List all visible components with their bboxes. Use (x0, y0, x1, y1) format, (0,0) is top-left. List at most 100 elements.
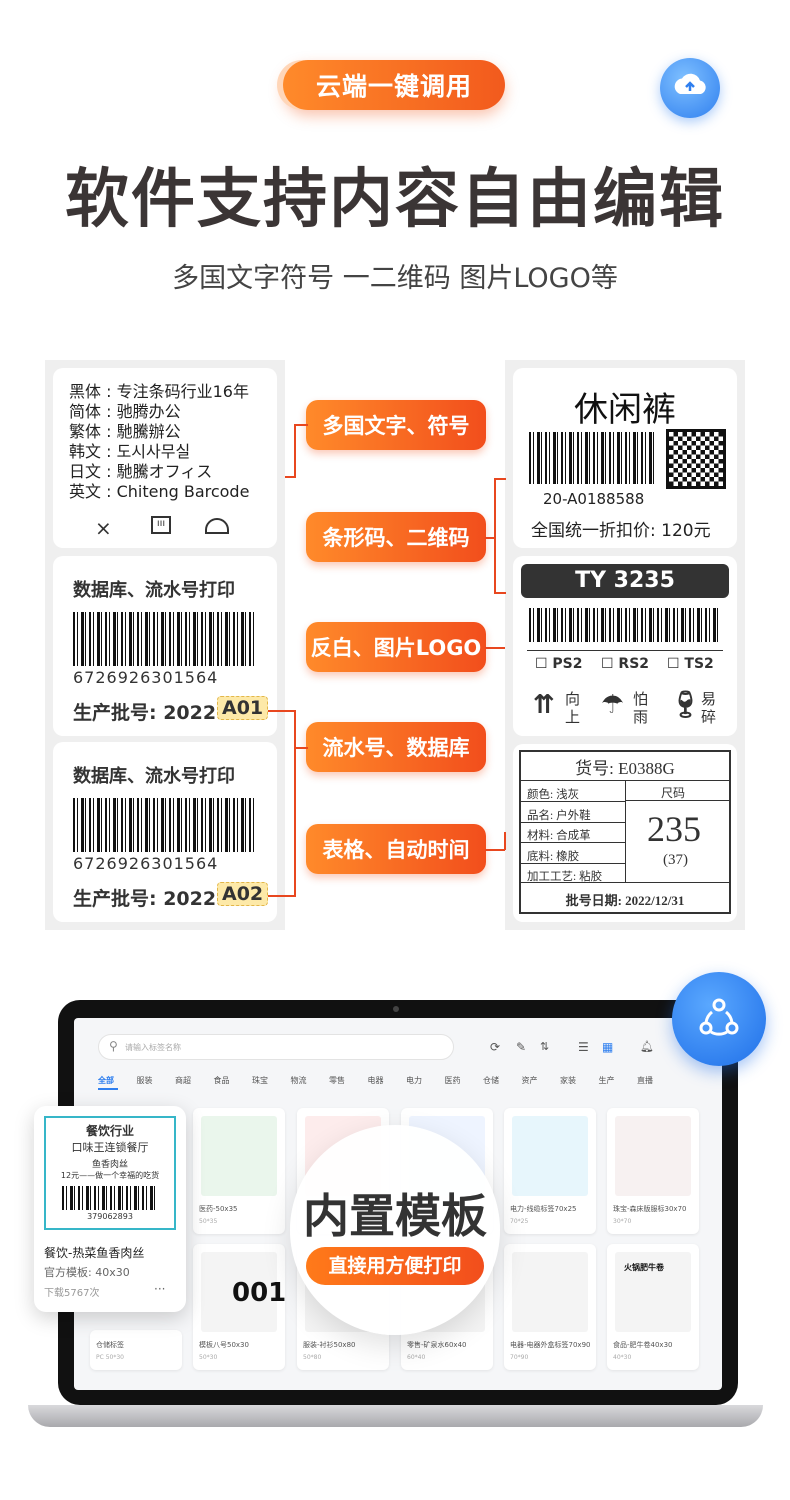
template-card[interactable]: 电器-电器外盒标签70x90 70*90 (504, 1244, 596, 1370)
table-card: 货号: E0388G 尺码 颜色: 浅灰 品名: 户外鞋 材料: 合成革 底料: 橡胶… (513, 744, 737, 922)
feature-tag: 条形码、二维码 (306, 512, 486, 562)
category-tab[interactable]: 物流 (291, 1075, 307, 1086)
cloud-call-badge: 云端一键调用 (283, 60, 505, 110)
card-big-number: 001 (232, 1278, 287, 1308)
feature-title: 内置模板 (303, 1189, 487, 1243)
feature-tag: 表格、自动时间 (306, 824, 486, 874)
dry-icon: ııı (151, 516, 171, 534)
template-size: 50*80 (303, 1354, 322, 1361)
industry-text: 餐饮行业 (85, 1124, 134, 1138)
language-value: Chiteng Barcode (116, 482, 250, 501)
category-tab[interactable]: 零售 (329, 1075, 345, 1086)
language-value: 驰腾办公 (116, 402, 181, 421)
category-tab[interactable]: 资产 (522, 1075, 538, 1086)
ty-title: TY 3235 (521, 564, 729, 598)
template-card[interactable]: 电力-线缆标签70x25 70*25 (504, 1108, 596, 1234)
category-tab[interactable]: 生产 (599, 1075, 615, 1086)
feature-sub: 直接用方便打印 (306, 1247, 484, 1285)
language-value: 专注条码行业16年 (116, 382, 249, 401)
db-barcode (73, 612, 257, 666)
search-icon: ⚲ (109, 1039, 118, 1053)
more-icon[interactable]: ··· (154, 1282, 165, 1296)
ty-option: ☐ PS2 (535, 656, 583, 672)
category-tab[interactable]: 仓储 (483, 1075, 499, 1086)
size-label: 尺码 (661, 786, 686, 800)
edit-icon[interactable]: ✎ (516, 1040, 526, 1054)
feature-tag: 反白、图片LOGO (306, 622, 486, 672)
page-subtitle: 多国文字符号 一二维码 图片LOGO等 (172, 263, 618, 294)
bell-icon[interactable]: 🔔︎ (640, 1040, 654, 1053)
template-size: 50*30 (199, 1354, 218, 1361)
language-row: 日文 : 馳騰オフィス (69, 462, 213, 481)
template-label: 零售-矿泉水60x40 (407, 1341, 467, 1349)
template-card[interactable]: 仓储标签 PC 50*30 (90, 1330, 182, 1370)
category-tab[interactable]: 电力 (406, 1075, 422, 1086)
list-view-icon[interactable]: ☰ (578, 1040, 589, 1054)
ty-option: ☐ TS2 (667, 656, 714, 672)
category-tab[interactable]: 医药 (445, 1075, 461, 1086)
grid-view-icon[interactable]: ▦ (602, 1040, 613, 1054)
category-tab[interactable]: 商超 (175, 1075, 191, 1086)
category-tab[interactable]: 珠宝 (252, 1075, 268, 1086)
category-tab[interactable]: 电器 (368, 1075, 384, 1086)
ty-icon-text: 雨 (633, 708, 649, 726)
category-tab[interactable]: 家装 (560, 1075, 576, 1086)
template-preview (201, 1116, 277, 1196)
template-label: 电器-电器外盒标签70x90 (510, 1341, 591, 1349)
float-downloads: 下载5767次 (44, 1288, 100, 1299)
template-size: 70*90 (510, 1354, 529, 1361)
template-size: 70*25 (510, 1218, 529, 1225)
template-size: 60*40 (407, 1354, 426, 1361)
iron-icon (205, 518, 229, 534)
this-side-up-icon: ⇈ (533, 690, 555, 720)
category-tab[interactable]: 食品 (214, 1075, 230, 1086)
batch-label: 生产批号: 2022 (73, 702, 217, 724)
category-tab[interactable]: 直播 (637, 1075, 653, 1086)
shop-text: 口味王连锁餐厅 (71, 1141, 149, 1154)
cloud-upload-icon (660, 58, 720, 118)
language-row: 简体 : 驰腾办公 (69, 402, 181, 421)
category-tab[interactable]: 服装 (137, 1075, 153, 1086)
template-size: 40*30 (613, 1354, 632, 1361)
language-key: 黑体 (69, 382, 102, 401)
slogan-text: 12元——做一个幸福的吃货 (60, 1171, 160, 1180)
template-label: 电力-线缆标签70x25 (510, 1205, 577, 1213)
category-tab[interactable]: 全部 (98, 1075, 114, 1086)
language-key: 日文 (69, 462, 102, 481)
laptop-base (28, 1405, 763, 1427)
template-card[interactable]: 医药-50x35 50*35 (193, 1108, 285, 1234)
template-label: 模板八号50x30 (199, 1341, 249, 1349)
float-template: 官方模板: 40x30 (44, 1266, 130, 1279)
batch-code: A02 (217, 882, 269, 906)
database-card: 数据库、流水号打印 6726926301564 生产批号: 2022 A01 (53, 556, 277, 736)
share-icon[interactable] (672, 972, 766, 1066)
size-value: 235 (647, 809, 701, 849)
template-size: PC 50*30 (96, 1354, 124, 1361)
feature-tag: 多国文字、符号 (306, 400, 486, 450)
float-template-card[interactable]: 餐饮行业 口味王连锁餐厅 鱼香肉丝 12元——做一个幸福的吃货 37906289… (34, 1106, 186, 1312)
db-number: 6726926301564 (73, 854, 219, 873)
template-label: 医药-50x35 (199, 1205, 238, 1213)
db-title: 数据库、流水号打印 (73, 580, 235, 601)
float-name: 餐饮-热菜鱼香肉丝 (44, 1246, 145, 1260)
template-card[interactable]: 珠宝-森床版服标30x70 30*70 (607, 1108, 699, 1234)
template-size: 50*35 (199, 1218, 218, 1225)
batch-label: 生产批号: 2022 (73, 888, 217, 910)
search-box[interactable]: ⚲ 请输入标签名称 (98, 1034, 454, 1060)
card-meat-title: 火锅肥牛卷 (624, 1263, 664, 1272)
language-key: 英文 (69, 482, 102, 501)
table-cell-name: 品名: 户外鞋 (527, 809, 591, 822)
language-value: 馳騰辦公 (116, 422, 181, 441)
category-underline (98, 1088, 118, 1090)
ty-card: TY 3235 ☐ PS2 ☐ RS2 ☐ TS2 ⇈ 向上 ☂ 怕雨 🍷︎ 易碎 (513, 556, 737, 736)
refresh-icon[interactable]: ⟳ (490, 1040, 500, 1054)
db-number: 6726926301564 (73, 668, 219, 687)
feature-tag: 流水号、数据库 (306, 722, 486, 772)
ty-barcode (529, 608, 721, 642)
database-card: 数据库、流水号打印 6726926301564 生产批号: 2022 A02 (53, 742, 277, 922)
language-key: 繁体 (69, 422, 102, 441)
language-card: 黑体 : 专注条码行业16年 简体 : 驰腾办公 繁体 : 馳騰辦公 韩文 : 도시사… (53, 368, 277, 548)
pants-qrcode (666, 429, 726, 489)
sort-icon[interactable]: ⇅ (540, 1040, 549, 1053)
float-barcode (62, 1186, 158, 1210)
